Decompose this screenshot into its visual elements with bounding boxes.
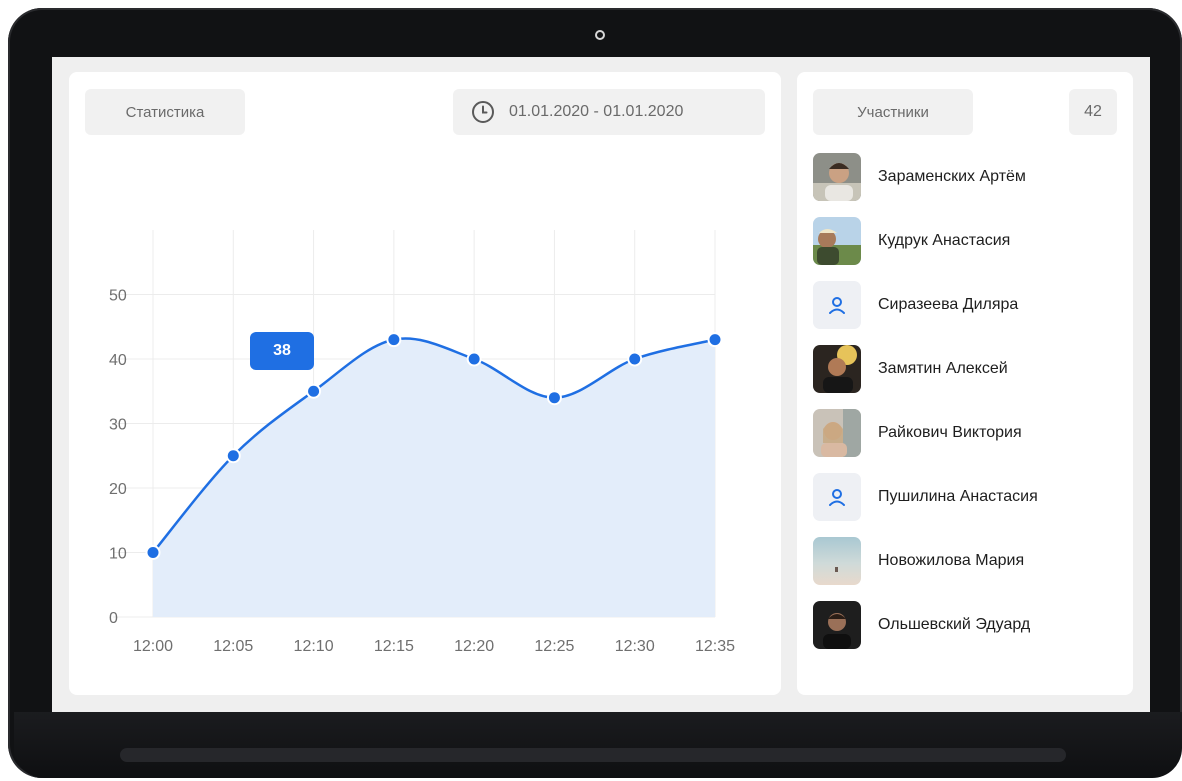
members-count: 42 (1084, 103, 1102, 120)
member-name: Пушилина Анастасия (878, 488, 1038, 505)
chart-tooltip: 38 (250, 332, 314, 370)
y-tick-label: 0 (109, 610, 118, 627)
member-name: Новожилова Мария (878, 552, 1025, 569)
y-tick-label: 30 (109, 417, 127, 434)
members-panel: Участники 42 Зараменских Артём Кудрук Ан… (797, 72, 1133, 695)
laptop-base (14, 712, 1182, 778)
x-tick-label: 12:10 (294, 638, 334, 655)
y-tick-label: 50 (109, 288, 127, 305)
data-point (468, 353, 480, 365)
member-item[interactable]: Сиразеева Диляра (813, 281, 1123, 329)
member-name: Замятин Алексей (878, 360, 1008, 377)
data-point (388, 334, 400, 346)
y-tick-label: 20 (109, 481, 127, 498)
avatar (813, 473, 861, 521)
member-name: Кудрук Анастасия (878, 232, 1011, 249)
avatar (813, 537, 861, 585)
line-chart: 0 10 20 30 40 50 12:00 12:05 12:10 12:15 12:20 12:2… (109, 230, 735, 655)
x-tick-label: 12:05 (213, 638, 253, 655)
members-count-badge: 42 (1069, 89, 1117, 135)
member-item[interactable]: Зараменских Артём (813, 153, 1123, 201)
avatar (813, 217, 861, 265)
member-item[interactable]: Замятин Алексей (813, 345, 1123, 393)
user-icon (829, 489, 845, 506)
member-item[interactable]: Райкович Виктория (813, 409, 1123, 457)
avatar (813, 409, 861, 457)
tooltip-value: 38 (273, 342, 291, 359)
member-name: Райкович Виктория (878, 424, 1022, 441)
avatar-photo (813, 345, 861, 393)
x-tick-label: 12:15 (374, 638, 414, 655)
avatar (813, 345, 861, 393)
member-item[interactable]: Пушилина Анастасия (813, 473, 1123, 521)
member-name: Сиразеева Диляра (878, 296, 1019, 313)
members-list: Зараменских Артём Кудрук Анастасия Сираз… (813, 153, 1123, 665)
x-tick-label: 12:00 (133, 638, 173, 655)
x-tick-label: 12:25 (534, 638, 574, 655)
area-fill (153, 338, 715, 617)
y-tick-label: 40 (109, 352, 127, 369)
x-tick-label: 12:20 (454, 638, 494, 655)
screen: Статистика 01.01.2020 - 01.01.2020 0 10 20… (52, 57, 1150, 712)
member-name: Зараменских Артём (878, 168, 1026, 185)
avatar-photo (813, 409, 861, 457)
camera-icon (595, 30, 605, 40)
y-tick-label: 10 (109, 546, 127, 563)
avatar-photo (813, 217, 861, 265)
data-point (308, 385, 320, 397)
data-point (709, 334, 721, 346)
member-item[interactable]: Кудрук Анастасия (813, 217, 1123, 265)
statistics-panel: Статистика 01.01.2020 - 01.01.2020 0 10 20… (69, 72, 781, 695)
data-point (147, 547, 159, 558)
member-item[interactable]: Ольшевский Эдуард (813, 601, 1123, 649)
x-tick-label: 12:35 (695, 638, 735, 655)
avatar-photo (813, 537, 861, 585)
laptop-base-strip (120, 748, 1066, 762)
data-point (227, 450, 239, 462)
data-point (629, 353, 641, 365)
members-title-button[interactable]: Участники (813, 89, 973, 135)
members-title: Участники (857, 103, 929, 121)
data-point (548, 392, 560, 404)
member-name: Ольшевский Эдуард (878, 616, 1031, 633)
member-item[interactable]: Новожилова Мария (813, 537, 1123, 585)
x-tick-label: 12:30 (615, 638, 655, 655)
avatar-photo (813, 153, 861, 201)
avatar (813, 153, 861, 201)
avatar (813, 281, 861, 329)
avatar (813, 601, 861, 649)
avatar-photo (813, 601, 861, 649)
user-icon (829, 297, 845, 314)
